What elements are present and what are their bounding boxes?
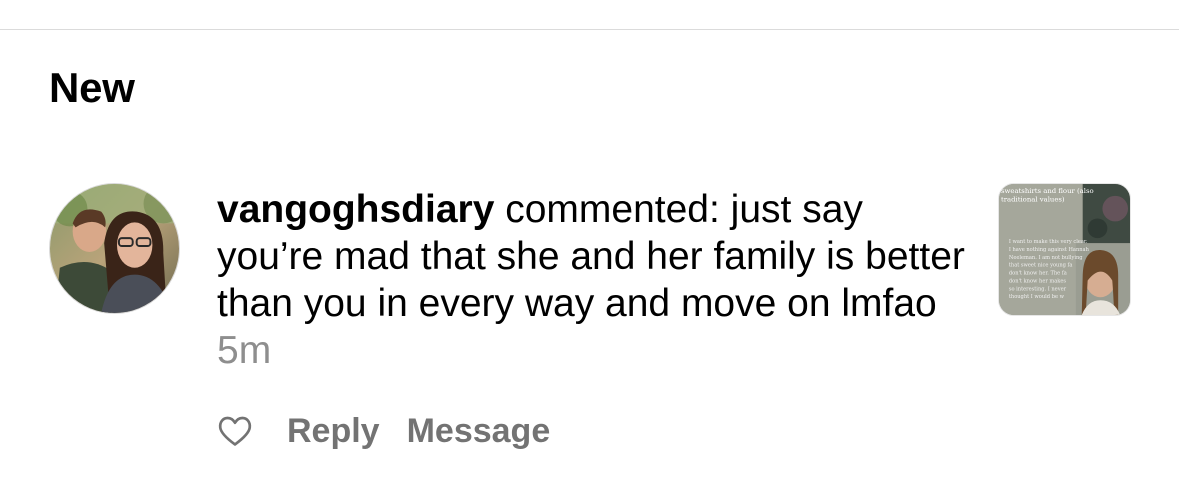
thumb-caption-line-2: traditional values): [1001, 196, 1065, 204]
like-button[interactable]: [217, 413, 253, 449]
heart-outline-icon: [218, 416, 252, 446]
avatar[interactable]: [49, 183, 180, 314]
notification-item: vangoghsdiary commented: just say you’re…: [0, 0, 1179, 499]
thumb-overlay-4: that sweet nice young fa: [1009, 263, 1073, 269]
thumb-overlay-2: I have nothing against Hannah: [1009, 247, 1090, 253]
message-button[interactable]: Message: [407, 408, 551, 454]
profile-photo-couple: [50, 184, 179, 313]
username[interactable]: vangoghsdiary: [217, 188, 494, 231]
thumb-overlay-6: don't know her makes: [1009, 278, 1067, 284]
post-thumbnail[interactable]: sweatshirts and flour (also traditional …: [998, 183, 1131, 316]
thumb-caption-line-1: sweatshirts and flour (also: [1001, 187, 1094, 195]
reply-button[interactable]: Reply: [287, 408, 380, 454]
timestamp: 5m: [217, 329, 272, 372]
thumb-overlay-8: thought I would be w: [1009, 294, 1065, 300]
thumb-overlay-1: I want to make this very clear.: [1009, 239, 1088, 245]
post-thumbnail-video: sweatshirts and flour (also traditional …: [999, 184, 1130, 315]
thumb-overlay-5: don't know her. The fa: [1009, 271, 1067, 277]
comment-actions: Reply Message: [217, 408, 550, 454]
comment-text[interactable]: vangoghsdiary commented: just say you’re…: [217, 186, 977, 374]
thumb-overlay-3: Neeleman. I am not bullying: [1009, 255, 1083, 261]
thumb-overlay-7: so interesting. I never: [1009, 286, 1067, 292]
